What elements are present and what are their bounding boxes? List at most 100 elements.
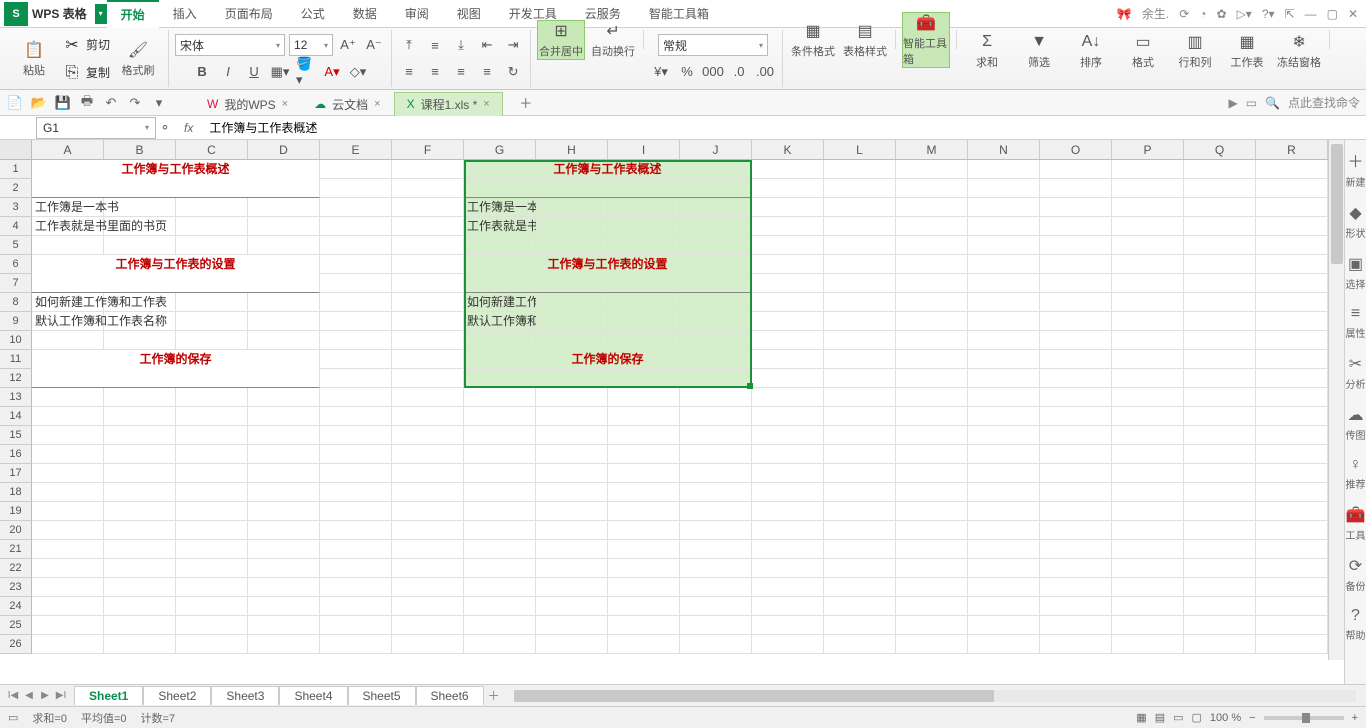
align-center-button[interactable]: ≡: [424, 61, 446, 83]
cell-Q23[interactable]: [1184, 578, 1256, 597]
cell-O18[interactable]: [1040, 483, 1112, 502]
cell-Q22[interactable]: [1184, 559, 1256, 578]
row-header-23[interactable]: 23: [0, 578, 32, 597]
cell-I26[interactable]: [608, 635, 680, 654]
cell-H18[interactable]: [536, 483, 608, 502]
promo-icon[interactable]: 🎀: [1117, 7, 1132, 21]
cell-G24[interactable]: [464, 597, 536, 616]
cell-F5[interactable]: [392, 236, 464, 255]
cell-N13[interactable]: [968, 388, 1040, 407]
cell-B17[interactable]: [104, 464, 176, 483]
col-header-D[interactable]: D: [248, 140, 320, 159]
comma-button[interactable]: 000: [702, 61, 724, 83]
cell-D16[interactable]: [248, 445, 320, 464]
cell-E19[interactable]: [320, 502, 392, 521]
cell-Q6[interactable]: [1184, 255, 1256, 274]
cell-O23[interactable]: [1040, 578, 1112, 597]
align-top-button[interactable]: ⤒: [398, 34, 420, 56]
cell-G18[interactable]: [464, 483, 536, 502]
sidepanel-传图[interactable]: ☁传图: [1346, 405, 1366, 442]
orientation-button[interactable]: ↻: [502, 61, 524, 83]
col-header-F[interactable]: F: [392, 140, 464, 159]
cell-L2[interactable]: [824, 179, 896, 198]
cell-A10[interactable]: [32, 331, 104, 350]
cell-N14[interactable]: [968, 407, 1040, 426]
cell-K26[interactable]: [752, 635, 824, 654]
cell-M22[interactable]: [896, 559, 968, 578]
cell-O19[interactable]: [1040, 502, 1112, 521]
cell-G13[interactable]: [464, 388, 536, 407]
col-header-I[interactable]: I: [608, 140, 680, 159]
cell-L11[interactable]: [824, 350, 896, 369]
open-icon[interactable]: 📂: [30, 94, 48, 112]
cell-K7[interactable]: [752, 274, 824, 293]
cell-Q25[interactable]: [1184, 616, 1256, 635]
cell-C14[interactable]: [176, 407, 248, 426]
cell-I5[interactable]: [608, 236, 680, 255]
cell-I23[interactable]: [608, 578, 680, 597]
cell-B22[interactable]: [104, 559, 176, 578]
cell-K13[interactable]: [752, 388, 824, 407]
cell-D25[interactable]: [248, 616, 320, 635]
cell-E6[interactable]: [320, 255, 392, 274]
save-icon[interactable]: 💾: [54, 94, 72, 112]
cell-K22[interactable]: [752, 559, 824, 578]
bold-button[interactable]: B: [191, 61, 213, 83]
cell-G23[interactable]: [464, 578, 536, 597]
cell-D13[interactable]: [248, 388, 320, 407]
col-header-A[interactable]: A: [32, 140, 104, 159]
cell-E15[interactable]: [320, 426, 392, 445]
cell-C17[interactable]: [176, 464, 248, 483]
cell-L12[interactable]: [824, 369, 896, 388]
fx-icon[interactable]: fx: [184, 121, 193, 135]
pin-icon[interactable]: ⇱: [1285, 7, 1295, 21]
cell-N12[interactable]: [968, 369, 1040, 388]
cell-K3[interactable]: [752, 198, 824, 217]
cell-A8[interactable]: 如何新建工作簿和工作表: [32, 293, 104, 312]
row-header-15[interactable]: 15: [0, 426, 32, 445]
filter-button[interactable]: ▼筛选: [1015, 32, 1063, 70]
cell-R24[interactable]: [1256, 597, 1328, 616]
cell-N7[interactable]: [968, 274, 1040, 293]
copy-icon[interactable]: ⎘: [62, 63, 82, 83]
cell-B26[interactable]: [104, 635, 176, 654]
cell-E3[interactable]: [320, 198, 392, 217]
row-header-7[interactable]: 7: [0, 274, 32, 293]
cell-H9[interactable]: [536, 312, 608, 331]
cell-D8[interactable]: [248, 293, 320, 312]
cell-E1[interactable]: [320, 160, 392, 179]
cell-O5[interactable]: [1040, 236, 1112, 255]
cell-C16[interactable]: [176, 445, 248, 464]
number-format-select[interactable]: 常规▾: [658, 34, 768, 56]
row-header-22[interactable]: 22: [0, 559, 32, 578]
sync-icon[interactable]: ⟳: [1179, 7, 1189, 21]
cell-E14[interactable]: [320, 407, 392, 426]
cell-R21[interactable]: [1256, 540, 1328, 559]
formula-input[interactable]: [203, 117, 1366, 139]
cell-N16[interactable]: [968, 445, 1040, 464]
cell-F7[interactable]: [392, 274, 464, 293]
cell-M14[interactable]: [896, 407, 968, 426]
underline-button[interactable]: U: [243, 61, 265, 83]
cell-K15[interactable]: [752, 426, 824, 445]
cell-G21[interactable]: [464, 540, 536, 559]
cell-F20[interactable]: [392, 521, 464, 540]
table-style-button[interactable]: ▤表格样式: [841, 21, 889, 59]
cell-N20[interactable]: [968, 521, 1040, 540]
cell-L17[interactable]: [824, 464, 896, 483]
cell-K12[interactable]: [752, 369, 824, 388]
minimize-button[interactable]: —: [1305, 7, 1317, 21]
cell-M15[interactable]: [896, 426, 968, 445]
cell-C5[interactable]: [176, 236, 248, 255]
cell-R19[interactable]: [1256, 502, 1328, 521]
cell-J3[interactable]: [680, 198, 752, 217]
cell-B18[interactable]: [104, 483, 176, 502]
cell-J14[interactable]: [680, 407, 752, 426]
view-reading-icon[interactable]: ▭: [1173, 711, 1183, 724]
cell-B3[interactable]: [104, 198, 176, 217]
horizontal-scrollbar[interactable]: [514, 690, 1356, 702]
app-dropdown[interactable]: ▾: [95, 4, 107, 24]
cell-H8[interactable]: [536, 293, 608, 312]
cell-E4[interactable]: [320, 217, 392, 236]
cell-C19[interactable]: [176, 502, 248, 521]
